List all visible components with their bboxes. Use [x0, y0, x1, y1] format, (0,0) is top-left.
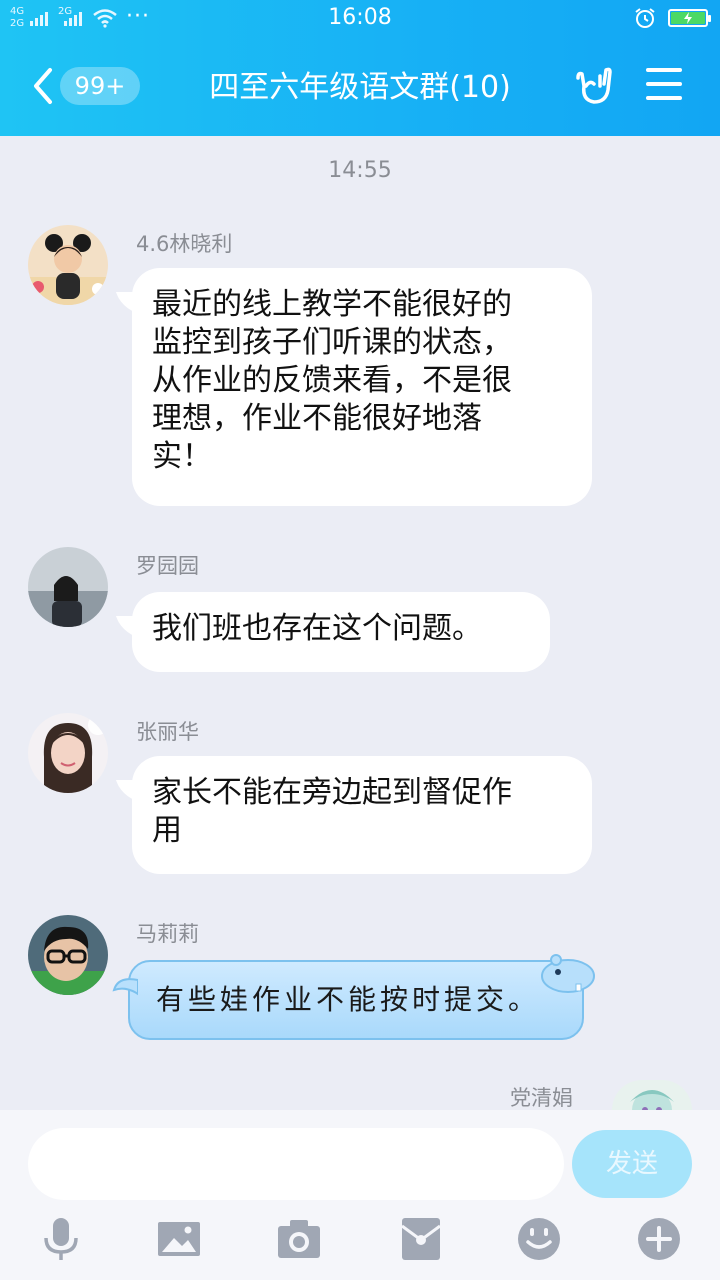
sender-name: 党清娟 [510, 1086, 573, 1110]
message-line: 从作业的反馈来看，不是很 [152, 363, 512, 398]
avatar[interactable] [28, 713, 108, 793]
message-line: 有些娃作业不能按时提交。 [156, 983, 541, 1016]
message-bubble[interactable]: 我们班也存在这个问题。 [132, 592, 550, 672]
message-line: 最近的线上教学不能很好的 [152, 287, 512, 322]
hippo-decoration-icon [541, 954, 595, 993]
camera-icon[interactable] [276, 1216, 322, 1262]
message-bubble[interactable]: 最近的线上教学不能很好的 监控到孩子们听课的状态， 从作业的反馈来看，不是很 理… [132, 268, 592, 506]
top-bar: 4G 2G 2G ··· 16:08 99+ 四至六年级语文群(10) [0, 0, 720, 136]
message-bubble-themed[interactable]: 有些娃作业不能按时提交。 [112, 954, 595, 1040]
sender-name: 罗园园 [136, 554, 199, 578]
message-timestamp: 14:55 [328, 158, 392, 183]
chevron-left-icon[interactable] [28, 66, 58, 106]
microphone-icon[interactable] [38, 1216, 84, 1262]
avatar[interactable] [612, 1080, 692, 1110]
alarm-clock-icon [635, 8, 655, 28]
emoji-icon[interactable] [516, 1216, 562, 1262]
avatar[interactable] [28, 225, 108, 305]
message-input[interactable] [28, 1128, 564, 1200]
plus-icon[interactable] [636, 1216, 682, 1262]
message-line: 实！ [152, 439, 212, 474]
message-line: 家长不能在旁边起到督促作 [152, 775, 512, 810]
avatar[interactable] [28, 915, 108, 995]
chat-title: 四至六年级语文群(10) [209, 70, 511, 105]
message-line: 理想，作业不能很好地落 [152, 401, 482, 436]
message-bubble[interactable]: 家长不能在旁边起到督促作 用 [132, 756, 592, 874]
image-icon[interactable] [156, 1216, 202, 1262]
hand-gesture-icon[interactable] [572, 64, 614, 106]
bubble-tail-decoration [112, 978, 138, 996]
message-line: 用 [152, 813, 182, 848]
message-line: 我们班也存在这个问题。 [152, 611, 482, 646]
avatar[interactable] [28, 547, 108, 627]
send-button[interactable]: 发送 [572, 1130, 692, 1198]
input-bar: 发送 [0, 1110, 720, 1280]
battery-charging-icon [668, 9, 711, 27]
sender-name: 4.6林晓利 [136, 232, 233, 256]
status-time: 16:08 [328, 5, 392, 30]
red-packet-icon[interactable] [398, 1216, 444, 1262]
status-bar: 4G 2G 2G ··· 16:08 [0, 0, 720, 38]
sender-name: 张丽华 [136, 720, 199, 744]
unread-count-badge[interactable]: 99+ [60, 67, 140, 105]
sender-name: 马莉莉 [136, 922, 199, 946]
hamburger-menu-icon[interactable] [646, 68, 682, 100]
message-line: 监控到孩子们听课的状态， [152, 325, 512, 360]
